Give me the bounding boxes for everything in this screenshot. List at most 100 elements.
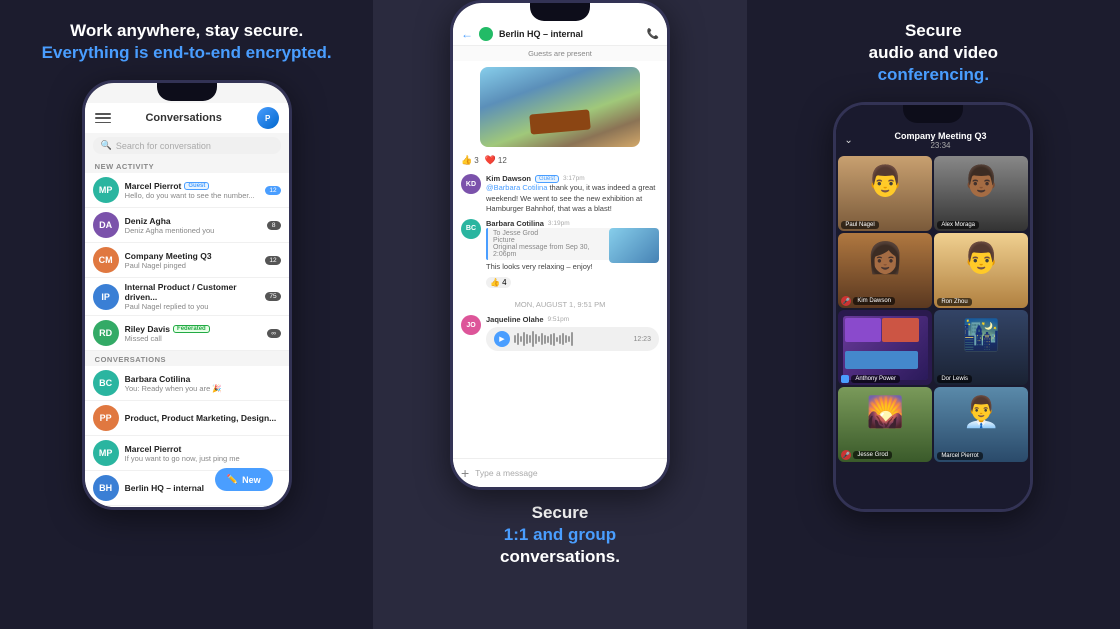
video-screen: ⌄ Company Meeting Q3 23:34 👨 Paul Nagel <box>836 105 1030 509</box>
user-avatar[interactable]: P <box>257 107 279 129</box>
chat-header: ← Berlin HQ – internal 📞 <box>453 23 667 46</box>
play-button[interactable]: ▶ <box>494 331 510 347</box>
conv-text: Marcel Pierrot Guest Hello, do you want … <box>125 181 260 200</box>
left-heading-blue: Everything is end-to-end encrypted. <box>42 42 332 64</box>
conversations-label: CONVERSATIONS <box>85 351 289 366</box>
left-heading-white: Work anywhere, stay secure. <box>42 20 332 42</box>
new-button[interactable]: ✏️ New <box>215 468 273 491</box>
person-face: 👩🏾 <box>867 241 904 276</box>
video-cell: 👩🏾 🎤 Kim Dawson <box>838 233 932 308</box>
message-sender: Kim Dawson <box>486 174 531 183</box>
center-heading-blue: 1:1 and group <box>500 524 620 546</box>
message-sender: Jaqueline Olahe <box>486 315 544 324</box>
list-item[interactable]: CM Company Meeting Q3 Paul Nagel pinged … <box>85 243 289 278</box>
person-face: 👨‍💼 <box>963 395 1000 430</box>
attachment-icon[interactable]: + <box>461 465 469 481</box>
list-item[interactable]: RD Riley Davis @deniz.agha <box>85 506 289 507</box>
message-time: 3:17pm <box>563 175 585 182</box>
conv-text: Barbara Cotilina You: Ready when you are… <box>125 374 281 393</box>
panel-center: ← Berlin HQ – internal 📞 Guests are pres… <box>373 0 746 629</box>
phone-icon[interactable]: 📞 <box>647 29 659 40</box>
avatar: MP <box>93 440 119 466</box>
participant-name: Ron Zhou <box>937 298 971 306</box>
list-item[interactable]: RD Riley Davis Federated Missed call ∞ <box>85 316 289 351</box>
chat-screen: ← Berlin HQ – internal 📞 Guests are pres… <box>453 3 667 487</box>
avatar: IP <box>93 284 119 310</box>
avatar: DA <box>93 212 119 238</box>
chat-input[interactable]: Type a message <box>475 468 659 478</box>
panel-left: Work anywhere, stay secure. Everything i… <box>0 0 373 629</box>
list-item[interactable]: DA Deniz Agha Deniz Agha mentioned you 8 <box>85 208 289 243</box>
badge: 12 <box>265 256 280 265</box>
meeting-time: 23:34 <box>859 141 1023 150</box>
mic-off-icon: 🎤 <box>841 450 851 460</box>
list-item[interactable]: MP Marcel Pierrot Guest Hello, do you wa… <box>85 173 289 208</box>
screenshare-icon <box>841 375 849 383</box>
chevron-down-icon[interactable]: ⌄ <box>844 135 852 146</box>
conv-preview: Deniz Agha mentioned you <box>125 226 261 235</box>
badge: 75 <box>265 292 280 301</box>
video-header: ⌄ Company Meeting Q3 23:34 <box>836 127 1030 154</box>
chat-input-bar: + Type a message <box>453 458 667 487</box>
list-item[interactable]: PP Product, Product Marketing, Design... <box>85 401 289 436</box>
conv-preview: Paul Nagel replied to you <box>125 302 260 311</box>
video-cell: 👨‍💼 Marcel Pierrot <box>934 387 1028 462</box>
conv-text: Marcel Pierrot If you want to go now, ju… <box>125 444 281 463</box>
new-activity-label: NEW ACTIVITY <box>85 158 289 173</box>
chat-message: KD Kim Dawson Guest 3:17pm @Barbara Coti… <box>461 174 659 215</box>
conv-search[interactable]: 🔍 Search for conversation <box>93 137 281 154</box>
conv-name: Deniz Agha <box>125 216 261 226</box>
video-cell: 🌄 🎤 Jesse Grod <box>838 387 932 462</box>
audio-duration: 12:23 <box>633 336 651 343</box>
avatar: MP <box>93 177 119 203</box>
participant-name: Jesse Grod <box>853 451 892 459</box>
avatar: CM <box>93 247 119 273</box>
right-heading-white1: Secure <box>869 20 998 42</box>
chat-message: BC Barbara Cotilina 3:19pm To Jesse Grod… <box>461 219 659 291</box>
conv-name: Marcel Pierrot Guest <box>125 181 260 191</box>
message-text: This looks very relaxing – enjoy! <box>486 262 659 273</box>
message-body: To Jesse GrodPictureOriginal message fro… <box>486 228 659 291</box>
person-face: 👨🏾 <box>963 164 1000 199</box>
center-heading: Secure 1:1 and group conversations. <box>500 502 620 568</box>
message-time: 3:19pm <box>548 220 570 227</box>
conv-name: Company Meeting Q3 <box>125 251 260 261</box>
person-face: 👨 <box>963 241 1000 276</box>
audio-message[interactable]: ▶ <box>486 327 659 351</box>
conv-text: Riley Davis Federated Missed call <box>125 324 261 343</box>
video-cell-screenshare: Anthony Power <box>838 310 932 385</box>
chat-room-name: Berlin HQ – internal <box>499 29 641 39</box>
back-arrow-icon[interactable]: ← <box>461 27 473 41</box>
list-item[interactable]: BC Barbara Cotilina You: Ready when you … <box>85 366 289 401</box>
right-heading-blue: conferencing. <box>869 64 998 86</box>
video-grid: 👨 Paul Nagel 👨🏾 Alex Moraga 👩🏾 🎤 Kim <box>836 154 1030 509</box>
avatar: BC <box>461 219 481 239</box>
conv-text: Company Meeting Q3 Paul Nagel pinged <box>125 251 260 270</box>
video-cell: 👨 Paul Nagel <box>838 156 932 231</box>
left-heading: Work anywhere, stay secure. Everything i… <box>42 20 332 64</box>
conv-preview: Missed call <box>125 334 261 343</box>
hamburger-icon[interactable] <box>95 113 111 123</box>
conv-text: Product, Product Marketing, Design... <box>125 413 281 423</box>
conv-preview: Paul Nagel pinged <box>125 261 260 270</box>
badge: ∞ <box>267 329 281 338</box>
conv-name: Riley Davis Federated <box>125 324 261 334</box>
chat-reactions: 👍3 ❤️12 <box>453 153 667 170</box>
chat-message: JO Jaqueline Olahe 9:51pm ▶ <box>461 315 659 351</box>
video-cell: 🌃 Dor Lewis <box>934 310 1028 385</box>
avatar: PP <box>93 405 119 431</box>
meeting-title: Company Meeting Q3 <box>859 131 1023 141</box>
list-item[interactable]: MP Marcel Pierrot If you want to go now,… <box>85 436 289 471</box>
right-heading-white2: audio and video <box>869 42 998 64</box>
avatar: BC <box>93 370 119 396</box>
list-item[interactable]: IP Internal Product / Customer driven...… <box>85 278 289 316</box>
message-content: Barbara Cotilina 3:19pm To Jesse GrodPic… <box>486 219 659 291</box>
guest-tag: Guest <box>535 175 559 183</box>
guests-notice: Guests are present <box>453 46 667 61</box>
mic-off-icon: 🎤 <box>841 296 851 306</box>
avatar: JO <box>461 315 481 335</box>
message-reaction[interactable]: 👍 4 <box>486 277 511 288</box>
reaction-thumbs[interactable]: 👍3 <box>461 155 479 166</box>
reaction-heart[interactable]: ❤️12 <box>485 155 507 166</box>
participant-name: Kim Dawson <box>853 297 895 305</box>
